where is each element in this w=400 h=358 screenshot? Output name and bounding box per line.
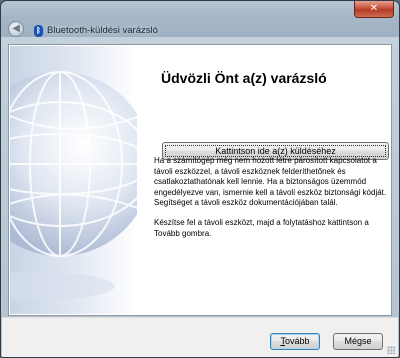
bluetooth-icon: ᛒ <box>34 25 43 37</box>
globe-graphic <box>10 71 137 300</box>
button-bar: Tovább Mégse <box>2 317 398 357</box>
globe-illustration <box>10 46 137 314</box>
close-button[interactable]: ✕ <box>354 1 394 18</box>
title-bar[interactable]: ◀ ᛒ Bluetooth-küldési varázsló ✕ <box>1 1 399 37</box>
wizard-content: Üdvözli Önt a(z) varázsló Kattintson ide… <box>8 44 392 316</box>
wizard-heading: Üdvözli Önt a(z) varázsló <box>161 70 327 86</box>
window-title: Bluetooth-küldési varázsló <box>47 25 158 36</box>
cancel-button[interactable]: Mégse <box>333 333 383 350</box>
next-label: ovább <box>284 336 310 346</box>
back-arrow-icon[interactable]: ◀ <box>8 21 24 37</box>
resize-grip[interactable] <box>387 346 395 354</box>
wizard-window: ◀ ᛒ Bluetooth-küldési varázsló ✕ Üdvözli… <box>0 0 400 358</box>
prepare-device-paragraph: Készítse fel a távoli eszközt, majd a fo… <box>154 218 369 238</box>
instructions-paragraph: Ha a számítógép még nem hozott létre pár… <box>154 156 387 207</box>
next-button[interactable]: Tovább <box>270 333 320 350</box>
